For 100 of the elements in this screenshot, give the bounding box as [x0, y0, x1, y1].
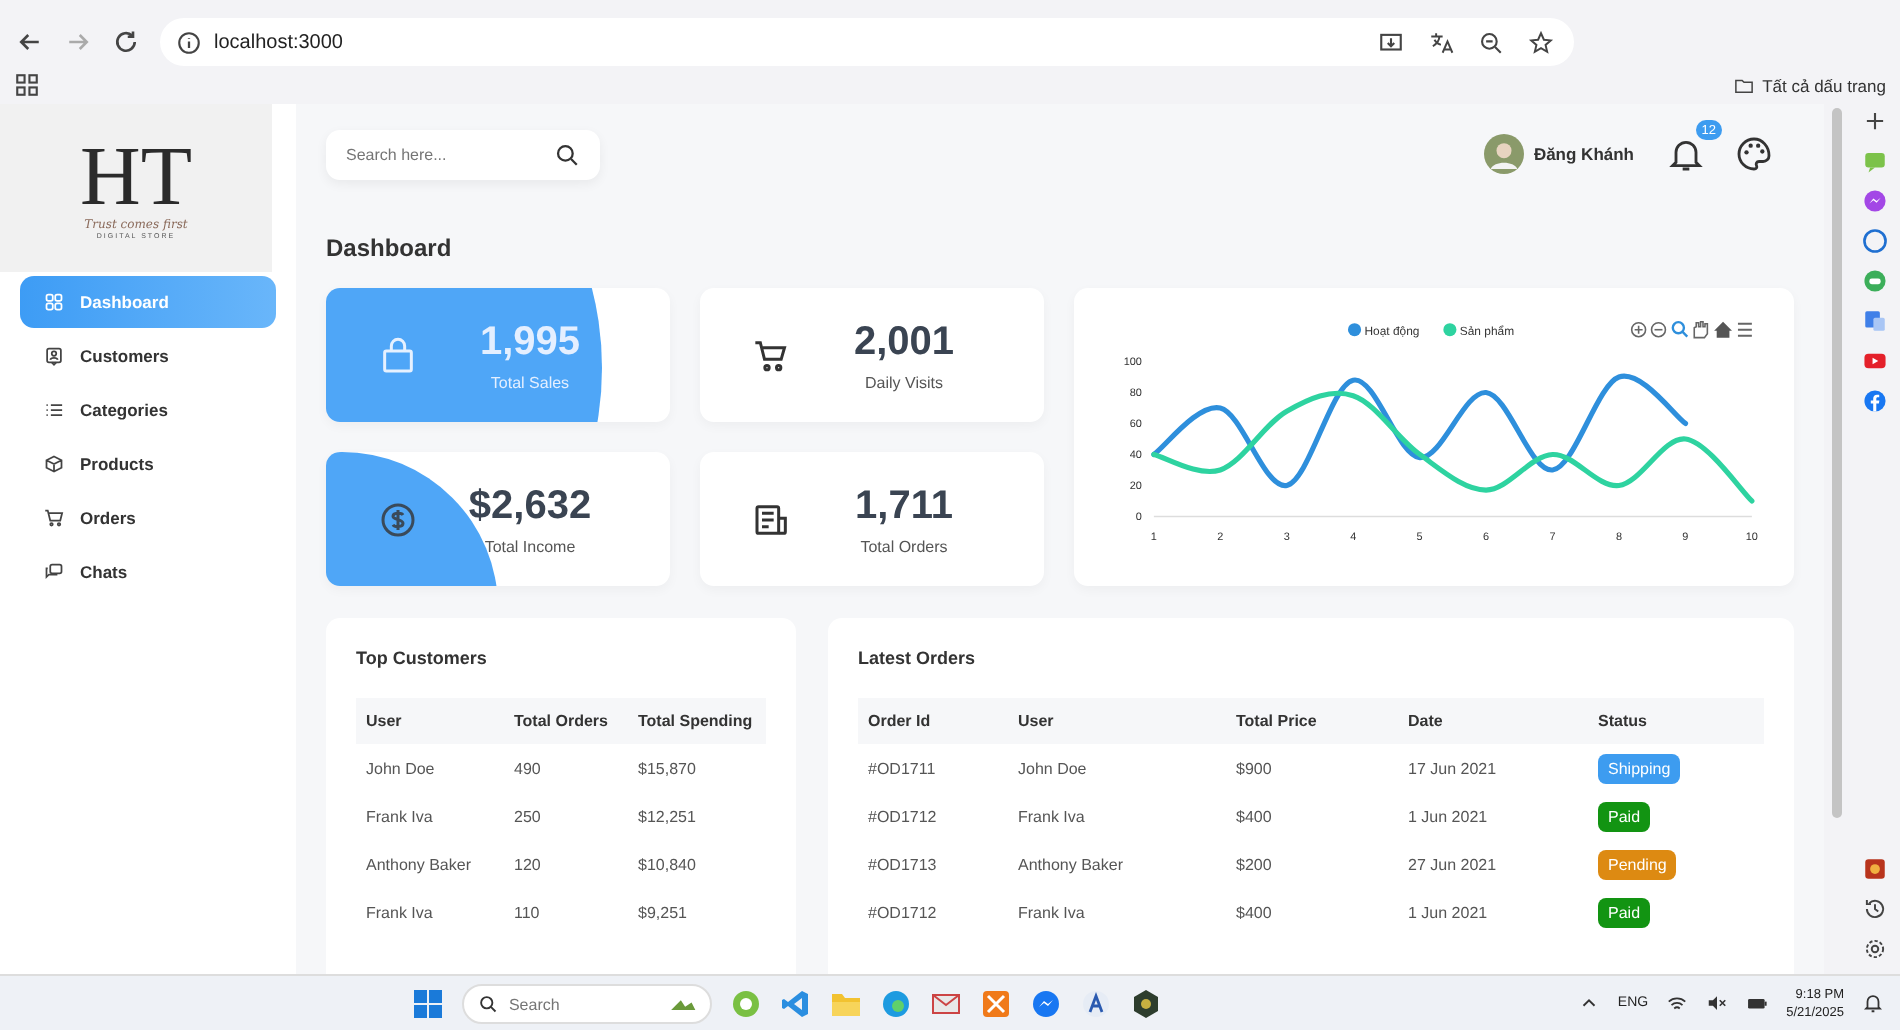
table-cell-text: $12,251: [636, 805, 698, 829]
wifi-icon[interactable]: [1666, 992, 1689, 1014]
taskbar-search-field[interactable]: Search: [462, 984, 713, 1024]
list-icon[interactable]: [44, 400, 64, 420]
bookmarks-folder[interactable]: Tất cả dấu trang: [1734, 75, 1886, 95]
sidebar-item[interactable]: Categories: [20, 384, 276, 436]
magnifier-icon[interactable]: [1671, 321, 1689, 338]
browser-icon[interactable]: [880, 987, 913, 1019]
column-header: Date: [1398, 698, 1588, 744]
table-cell-text: $400: [1234, 805, 1274, 829]
table-cell: $900: [1226, 744, 1398, 792]
game-icon[interactable]: [1861, 856, 1887, 882]
table-cell-text: #OD1712: [866, 805, 939, 829]
table-cell-text: 250: [512, 805, 543, 829]
cube-icon[interactable]: [44, 454, 64, 474]
install-icon[interactable]: [1378, 29, 1404, 55]
table-cell-text: $400: [1234, 901, 1274, 925]
table-cell-text: 1 Jun 2021: [1406, 805, 1490, 829]
table-cell-text: #OD1712: [866, 901, 939, 925]
app-icon[interactable]: [980, 987, 1013, 1019]
back-icon[interactable]: [16, 28, 44, 56]
column-header: User: [356, 698, 504, 744]
zoom-in-icon[interactable]: [1630, 321, 1647, 338]
search-field[interactable]: Search here...: [326, 129, 600, 179]
table-cell: John Doe: [1008, 744, 1226, 792]
column-header: Total Orders: [504, 698, 628, 744]
table-cell-text: Frank Iva: [1016, 805, 1087, 829]
zoom-out-icon[interactable]: [1478, 29, 1504, 55]
stat-label: Total Sales: [490, 373, 570, 391]
receipt-icon: [752, 499, 792, 539]
info-icon[interactable]: [176, 29, 202, 55]
address-bar[interactable]: localhost:3000: [160, 18, 1574, 66]
status-badge: Shipping: [1598, 753, 1681, 783]
table-cell-text: Frank Iva: [364, 805, 435, 829]
column-header: Total Price: [1226, 698, 1398, 744]
hand-icon[interactable]: [1693, 320, 1709, 339]
social-icon[interactable]: [1861, 388, 1887, 414]
folder-icon[interactable]: [1734, 75, 1755, 95]
table-cell-text: Frank Iva: [1016, 901, 1087, 925]
contact-card-icon[interactable]: [44, 346, 64, 366]
table-cell-text: $10,840: [636, 853, 698, 877]
app-icon[interactable]: [1080, 987, 1113, 1019]
settings-icon[interactable]: [1861, 936, 1887, 962]
palette-icon[interactable]: [1734, 134, 1774, 174]
reload-icon[interactable]: [112, 28, 140, 56]
stat-value: 1,711: [855, 483, 953, 529]
stat-value: 2,001: [853, 319, 955, 365]
card-title: Latest Orders: [858, 648, 978, 668]
search-icon[interactable]: [478, 993, 499, 1013]
table-cell-text: Anthony Baker: [1016, 853, 1125, 878]
card-title: Top Customers: [356, 648, 489, 668]
add-icon[interactable]: [1861, 108, 1887, 134]
logo-monogram: HT: [80, 137, 192, 217]
table-cell-text: 120: [512, 853, 543, 877]
dollar-icon: [378, 499, 418, 539]
cart-icon[interactable]: [44, 508, 64, 528]
shield-icon[interactable]: [1130, 987, 1163, 1019]
star-icon[interactable]: [1528, 29, 1554, 55]
table-cell-text: 110: [512, 901, 542, 925]
table-cell: $15,870: [628, 744, 766, 792]
sidebar-item[interactable]: Products: [20, 438, 276, 490]
column-header: Total Spending: [628, 698, 766, 744]
scrollbar-thumb[interactable]: [1831, 108, 1841, 818]
video-play-icon[interactable]: [1861, 348, 1887, 374]
stat-label: Daily Visits: [865, 373, 943, 391]
sidebar-item[interactable]: Chats: [20, 546, 276, 598]
sidebar-item[interactable]: Orders: [20, 492, 276, 544]
messenger-icon[interactable]: [1030, 987, 1063, 1019]
table-cell-text: #OD1713: [866, 853, 939, 877]
volume-muted-icon[interactable]: [1706, 992, 1729, 1014]
grid-icon[interactable]: [44, 292, 64, 312]
cart-icon: [752, 335, 792, 375]
landscape-icon: [670, 995, 697, 1010]
column-header: User: [1008, 698, 1226, 744]
table-cell: #OD1711: [858, 744, 1008, 792]
history-icon[interactable]: [1861, 896, 1887, 922]
stat-value: $2,632: [468, 483, 592, 529]
stat-label: Total Orders: [860, 537, 948, 555]
stat-label: Total Income: [484, 537, 576, 555]
table-cell-text: Anthony Baker: [364, 853, 473, 878]
avatar[interactable]: [1483, 134, 1524, 174]
column-header: Order Id: [858, 698, 1008, 744]
user-name[interactable]: Đăng Khánh: [1533, 144, 1634, 164]
home-icon[interactable]: [1714, 321, 1732, 338]
status-badge: Pending: [1598, 849, 1677, 879]
messenger-icon[interactable]: [1861, 188, 1887, 214]
table-cell-text: $9,251: [636, 901, 689, 925]
code-editor-icon[interactable]: [780, 987, 813, 1019]
windows-start-icon[interactable]: [412, 987, 445, 1019]
notification-icon[interactable]: [1862, 992, 1884, 1014]
zoom-out-icon[interactable]: [1650, 321, 1667, 338]
menu-icon[interactable]: [1736, 322, 1753, 337]
status-badge: Paid: [1598, 801, 1651, 831]
apps-grid-icon[interactable]: [14, 72, 40, 98]
table-cell-text: 1 Jun 2021: [1406, 901, 1490, 925]
chat-icon[interactable]: [44, 562, 64, 582]
stat-value: 1,995: [479, 319, 581, 365]
search-icon[interactable]: [554, 141, 580, 167]
table-cell-text: $200: [1234, 853, 1274, 877]
sidebar-item[interactable]: Customers: [20, 330, 276, 382]
